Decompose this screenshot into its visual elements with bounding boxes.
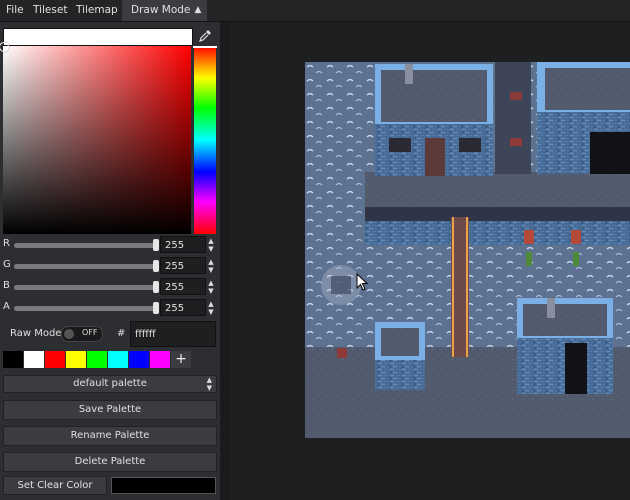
saturation-value-square[interactable]: [0, 42, 191, 234]
slider-fill-g: [14, 260, 159, 272]
slider-fill-b: [14, 281, 159, 293]
swatch[interactable]: [66, 351, 86, 368]
slider-fill-a: [14, 302, 159, 314]
spin-arrows-r-icon[interactable]: ▲ ▼: [206, 237, 216, 253]
toggle-state: OFF: [82, 328, 98, 337]
slider-grabber-b[interactable]: [153, 281, 159, 293]
slider-track-r[interactable]: [14, 239, 159, 251]
spin-arrows-g-icon[interactable]: ▲ ▼: [206, 258, 216, 274]
hue-slider[interactable]: [193, 46, 217, 234]
swatch[interactable]: [108, 351, 128, 368]
clear-color-swatch[interactable]: [111, 477, 216, 494]
slider-row-g: G 255 ▲ ▼: [0, 257, 220, 275]
spin-r[interactable]: 255: [160, 236, 206, 253]
select-arrows-icon: ▲ ▼: [206, 376, 212, 392]
menu-tileset[interactable]: Tileset: [33, 0, 67, 21]
palette-select[interactable]: default palette ▲ ▼: [3, 375, 217, 393]
slider-row-a: A 255 ▲ ▼: [0, 299, 220, 317]
swatch[interactable]: [150, 351, 170, 368]
panel-splitter[interactable]: [220, 22, 229, 500]
menu-file[interactable]: File: [6, 0, 24, 21]
slider-label-r: R: [3, 238, 10, 249]
swatch[interactable]: [87, 351, 107, 368]
hex-hash-label: #: [117, 328, 126, 339]
slider-row-r: R 255 ▲ ▼: [0, 236, 220, 254]
draw-mode-spin-icon[interactable]: ▲▼: [190, 0, 206, 36]
swatch[interactable]: [45, 351, 65, 368]
draw-mode-label: Draw Mode: [131, 4, 191, 16]
slider-label-a: A: [3, 301, 10, 312]
hue-marker[interactable]: [193, 46, 217, 48]
raw-mode-toggle[interactable]: OFF: [61, 326, 103, 342]
mouse-cursor-icon: [356, 273, 368, 291]
set-clear-color-button[interactable]: Set Clear Color: [3, 476, 107, 495]
raw-mode-label: Raw Mode: [10, 328, 62, 339]
slider-row-b: B 255 ▲ ▼: [0, 278, 220, 296]
palette-select-value: default palette: [73, 378, 147, 389]
spin-b[interactable]: 255: [160, 278, 206, 295]
spin-arrows-a-icon[interactable]: ▲ ▼: [206, 300, 216, 316]
swatch[interactable]: [3, 351, 23, 368]
swatch[interactable]: [24, 351, 44, 368]
tilemap-canvas[interactable]: [305, 62, 630, 438]
menu-tilemap[interactable]: Tilemap: [76, 0, 118, 21]
delete-palette-button[interactable]: Delete Palette: [3, 452, 217, 472]
save-palette-button[interactable]: Save Palette: [3, 400, 217, 420]
slider-track-g[interactable]: [14, 260, 159, 272]
slider-label-g: G: [3, 259, 11, 270]
spin-arrows-b-icon[interactable]: ▲ ▼: [206, 279, 216, 295]
swatch[interactable]: [129, 351, 149, 368]
slider-grabber-g[interactable]: [153, 260, 159, 272]
slider-track-b[interactable]: [14, 281, 159, 293]
rename-palette-button[interactable]: Rename Palette: [3, 426, 217, 446]
tilemap-drawing: [305, 62, 630, 438]
slider-track-a[interactable]: [14, 302, 159, 314]
current-color-preview: [3, 28, 193, 46]
slider-grabber-r[interactable]: [153, 239, 159, 251]
slider-grabber-a[interactable]: [153, 302, 159, 314]
hex-input[interactable]: ffffff: [130, 321, 216, 347]
spin-g[interactable]: 255: [160, 257, 206, 274]
toggle-knob: [64, 329, 74, 339]
eyedropper-icon[interactable]: [194, 27, 216, 45]
add-swatch-plus-icon[interactable]: +: [171, 351, 191, 368]
sv-cursor[interactable]: [0, 42, 9, 52]
menu-bar: File Tileset Tilemap Draw Mode ▲▼: [0, 0, 630, 36]
spin-a[interactable]: 255: [160, 299, 206, 316]
slider-fill-r: [14, 239, 159, 251]
slider-label-b: B: [3, 280, 10, 291]
